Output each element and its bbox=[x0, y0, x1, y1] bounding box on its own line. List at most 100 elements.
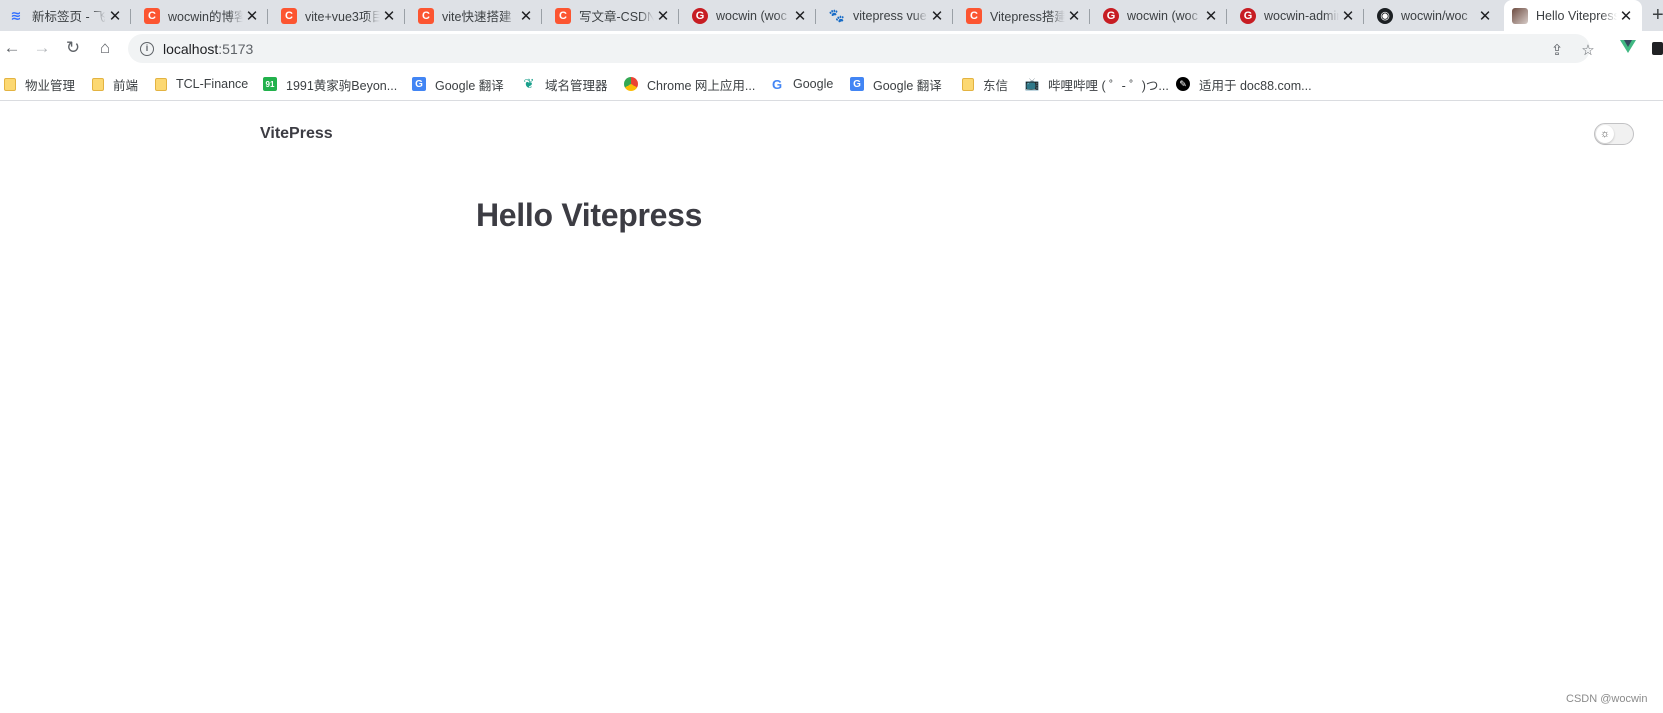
tab-title: vite快速搭建 bbox=[442, 10, 512, 24]
tab[interactable]: 🐾 vitepress vue ✕ bbox=[821, 0, 953, 31]
theme-toggle[interactable]: ☼ bbox=[1594, 123, 1634, 145]
tab-title: vite+vue3项目 bbox=[305, 10, 380, 24]
close-icon[interactable]: ✕ bbox=[380, 7, 398, 25]
close-icon[interactable]: ✕ bbox=[928, 7, 946, 25]
close-icon[interactable]: ✕ bbox=[1476, 7, 1494, 25]
watermark: CSDN @wocwin bbox=[1566, 693, 1648, 705]
bookmark[interactable]: 物业管理 bbox=[4, 75, 75, 93]
folder-icon bbox=[155, 77, 167, 91]
close-icon[interactable]: ✕ bbox=[654, 7, 672, 25]
vue-devtools-icon[interactable] bbox=[1620, 40, 1636, 53]
bookmark[interactable]: G Google bbox=[770, 75, 833, 93]
csdn-icon: C bbox=[281, 7, 297, 24]
csdn-icon: C bbox=[555, 7, 571, 24]
tab-title: vitepress vue bbox=[853, 8, 927, 23]
tab-title: Hello Vitepress bbox=[1536, 8, 1617, 23]
share-icon[interactable]: ⇪ bbox=[1548, 41, 1566, 59]
bookmark[interactable]: ✎ 适用于 doc88.com... bbox=[1176, 75, 1312, 93]
google-translate-icon: G bbox=[412, 77, 426, 91]
close-icon[interactable]: ✕ bbox=[243, 7, 261, 25]
gitee-icon: G bbox=[1240, 7, 1256, 24]
page-viewport: VitePress ☼ Hello Vitepress CSDN @wocwin bbox=[0, 102, 1663, 713]
domain-manager-icon: ❦ bbox=[523, 76, 535, 91]
folder-icon bbox=[92, 77, 104, 91]
csdn-icon: C bbox=[418, 7, 434, 24]
close-icon[interactable]: ✕ bbox=[1339, 7, 1357, 25]
bookmark-label: Chrome 网上应用... bbox=[647, 78, 756, 93]
tab-active[interactable]: Hello Vitepress ✕ bbox=[1504, 0, 1642, 31]
bookmark-label: TCL-Finance bbox=[176, 77, 249, 91]
bookmark[interactable]: Chrome 网上应用... bbox=[624, 75, 755, 93]
bookmark-label: Google 翻译 bbox=[435, 78, 504, 93]
close-icon[interactable]: ✕ bbox=[1617, 7, 1635, 25]
bookmark[interactable]: G Google 翻译 bbox=[412, 75, 504, 93]
bookmark-label: 东信 bbox=[983, 78, 1009, 93]
tab[interactable]: C Vitepress搭建 ✕ bbox=[958, 0, 1090, 31]
tab-title: 写文章-CSDN bbox=[579, 10, 654, 24]
bookmark[interactable]: G Google 翻译 bbox=[850, 75, 942, 93]
tab[interactable]: C vite快速搭建 ✕ bbox=[410, 0, 542, 31]
tab-strip: ≋ 新标签页 - 飞书 ✕ C wocwin的博客 ✕ C vite+vue3项… bbox=[0, 0, 1663, 31]
extension-icon[interactable] bbox=[1652, 42, 1663, 55]
tab-title: wocwin-admin bbox=[1264, 8, 1339, 23]
close-icon[interactable]: ✕ bbox=[1202, 7, 1220, 25]
folder-icon bbox=[962, 77, 974, 91]
tab[interactable]: G wocwin-admin ✕ bbox=[1232, 0, 1364, 31]
close-icon[interactable]: ✕ bbox=[791, 7, 809, 25]
bookmark-label: Google 翻译 bbox=[873, 78, 942, 93]
page-heading: Hello Vitepress bbox=[476, 197, 703, 233]
bookmark[interactable]: 前端 bbox=[92, 75, 138, 93]
address-url: localhost:5173 bbox=[163, 40, 254, 57]
tab[interactable]: C wocwin的博客 ✕ bbox=[136, 0, 268, 31]
tab[interactable]: G wocwin (woc ✕ bbox=[1095, 0, 1227, 31]
tab[interactable]: ◉ wocwin/woc ✕ bbox=[1369, 0, 1501, 31]
bilibili-icon: 📺 bbox=[1024, 77, 1040, 91]
tab[interactable]: C vite+vue3项目 ✕ bbox=[273, 0, 405, 31]
bookmark-star-icon[interactable]: ☆ bbox=[1579, 41, 1597, 59]
close-icon[interactable]: ✕ bbox=[517, 7, 535, 25]
github-icon: ◉ bbox=[1377, 7, 1393, 24]
site-info-icon[interactable]: i bbox=[140, 41, 154, 56]
bookmark-label: 前端 bbox=[113, 78, 139, 93]
tab[interactable]: ≋ 新标签页 - 飞书 ✕ bbox=[0, 0, 131, 31]
tab-title: Vitepress搭建 bbox=[990, 10, 1065, 24]
address-bar[interactable]: i localhost:5173 ⇪ ☆ bbox=[128, 34, 1595, 63]
site-title[interactable]: VitePress bbox=[260, 125, 333, 143]
gitee-icon: G bbox=[1103, 7, 1119, 24]
bookmark[interactable]: 91 1991黄家驹Beyon... bbox=[263, 75, 397, 93]
chrome-webstore-icon bbox=[624, 77, 638, 91]
bookmark[interactable]: 📺 哔哩哔哩 ( ゜- ゜)つ... bbox=[1025, 75, 1169, 93]
csdn-icon: C bbox=[144, 7, 160, 24]
feishu-icon: ≋ bbox=[10, 7, 22, 23]
browser-toolbar: ← → ↻ ⌂ i localhost:5173 ⇪ ☆ bbox=[0, 31, 1663, 65]
bookmark-label: 适用于 doc88.com... bbox=[1199, 78, 1312, 93]
bookmark-label: 物业管理 bbox=[25, 78, 76, 93]
folder-icon bbox=[4, 77, 16, 91]
bookmark-label: 1991黄家驹Beyon... bbox=[286, 78, 398, 93]
forward-arrow-icon[interactable]: → bbox=[30, 36, 54, 60]
bookmark-label: Google bbox=[793, 77, 834, 91]
tab-title: wocwin的博客 bbox=[168, 10, 243, 24]
close-icon[interactable]: ✕ bbox=[106, 7, 124, 25]
google-icon: G bbox=[771, 76, 783, 92]
bookmark-label: 域名管理器 bbox=[545, 78, 608, 93]
bookmark[interactable]: 东信 bbox=[962, 75, 1008, 93]
google-translate-icon: G bbox=[850, 77, 864, 91]
bookmark[interactable]: TCL-Finance bbox=[155, 75, 248, 93]
new-tab-button[interactable]: + bbox=[1652, 4, 1663, 27]
back-arrow-icon[interactable]: ← bbox=[0, 36, 24, 60]
home-icon[interactable]: ⌂ bbox=[93, 36, 117, 60]
tab-title: 新标签页 - 飞书 bbox=[32, 10, 106, 24]
tab-title: wocwin (woc bbox=[716, 8, 787, 23]
baidu-icon: 🐾 bbox=[829, 7, 845, 23]
tab[interactable]: C 写文章-CSDN ✕ bbox=[547, 0, 679, 31]
page-avatar-icon bbox=[1512, 7, 1528, 24]
bookmark-label: 哔哩哔哩 ( ゜- ゜)つ... bbox=[1048, 78, 1169, 93]
site-1991-icon: 91 bbox=[263, 77, 277, 91]
reload-icon[interactable]: ↻ bbox=[61, 36, 85, 60]
tab[interactable]: G wocwin (woc ✕ bbox=[684, 0, 816, 31]
bookmark[interactable]: ❦ 域名管理器 bbox=[522, 75, 608, 93]
tab-title: wocwin (woc bbox=[1127, 8, 1198, 23]
sun-icon: ☼ bbox=[1596, 125, 1614, 143]
close-icon[interactable]: ✕ bbox=[1065, 7, 1083, 25]
